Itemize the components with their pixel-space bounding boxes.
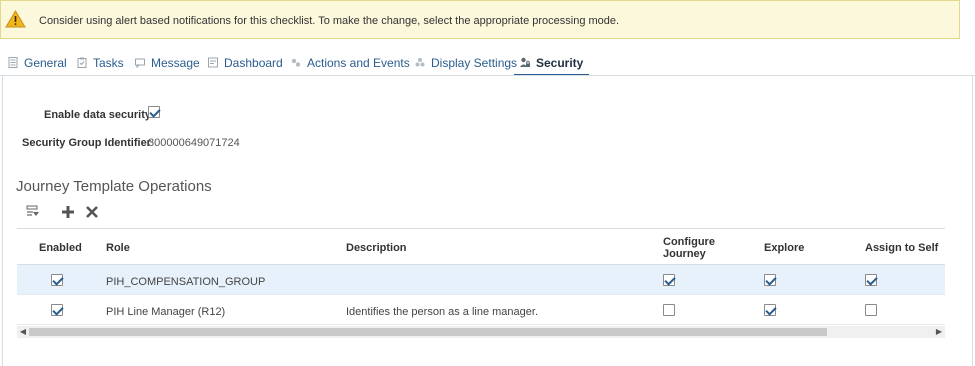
document-icon xyxy=(8,57,18,68)
role-cell: PIH_COMPENSATION_GROUP xyxy=(106,276,266,288)
tab-label: Display Settings xyxy=(431,56,518,70)
dashboard-icon xyxy=(208,57,218,68)
tab-label: Security xyxy=(536,56,584,70)
tab-message[interactable]: Message xyxy=(135,52,200,76)
explore-checkbox[interactable] xyxy=(764,274,776,286)
table-row[interactable]: PIH_COMPENSATION_GROUP xyxy=(17,265,945,295)
tab-security[interactable]: Security xyxy=(514,52,590,76)
assign-to-self-checkbox[interactable] xyxy=(865,304,877,316)
tab-label: Dashboard xyxy=(224,56,283,70)
enabled-checkbox[interactable] xyxy=(51,274,63,286)
operations-table: Enabled Role Description Configure Journ… xyxy=(17,228,945,328)
configure-journey-checkbox[interactable] xyxy=(663,274,675,286)
horizontal-scrollbar[interactable]: ◀ ▶ xyxy=(17,326,945,338)
explore-checkbox[interactable] xyxy=(764,304,776,316)
tab-tasks[interactable]: Tasks xyxy=(77,52,124,76)
column-header-enabled[interactable]: Enabled xyxy=(39,242,82,254)
scroll-right-icon[interactable]: ▶ xyxy=(933,326,945,338)
gears-icon xyxy=(291,58,301,67)
enabled-checkbox[interactable] xyxy=(51,304,63,316)
role-cell: PIH Line Manager (R12) xyxy=(106,306,226,318)
plus-icon[interactable] xyxy=(61,205,75,219)
tab-label: Message xyxy=(151,56,200,70)
scrollbar-thumb[interactable] xyxy=(29,328,827,336)
palette-icon xyxy=(415,58,425,67)
scroll-left-icon[interactable]: ◀ xyxy=(17,326,29,338)
security-group-identifier-label: Security Group Identifier xyxy=(22,137,151,149)
tab-label: Actions and Events xyxy=(307,56,410,70)
tab-actions-and-events[interactable]: Actions and Events xyxy=(291,52,410,76)
x-icon[interactable] xyxy=(85,205,99,219)
description-cell: Identifies the person as a line manager. xyxy=(346,306,539,318)
enable-data-security-checkbox[interactable] xyxy=(148,106,160,118)
enable-data-security-label: Enable data security xyxy=(44,109,151,121)
message-icon xyxy=(135,58,145,68)
filter-icon[interactable] xyxy=(26,205,40,219)
tab-label: Tasks xyxy=(93,56,124,70)
tab-bar: General Tasks Message Dashboard Actions … xyxy=(0,52,975,76)
warning-icon xyxy=(5,10,26,28)
security-group-identifier-value: 300000649071724 xyxy=(148,137,240,149)
table-header: Enabled Role Description Configure Journ… xyxy=(17,228,945,265)
table-row[interactable]: PIH Line Manager (R12) Identifies the pe… xyxy=(17,295,945,325)
tab-dashboard[interactable]: Dashboard xyxy=(208,52,283,76)
user-lock-icon xyxy=(520,57,530,67)
assign-to-self-checkbox[interactable] xyxy=(865,274,877,286)
column-header-explore[interactable]: Explore xyxy=(764,242,804,254)
tab-display-settings[interactable]: Display Settings xyxy=(415,52,517,76)
section-title: Journey Template Operations xyxy=(16,178,212,195)
clipboard-icon xyxy=(77,57,87,68)
column-header-assign-to-self[interactable]: Assign to Self xyxy=(865,242,938,254)
tab-general[interactable]: General xyxy=(8,52,67,76)
column-header-configure-line1: Configure xyxy=(663,236,715,248)
column-header-configure-line2: Journey xyxy=(663,248,706,260)
tab-label: General xyxy=(24,56,67,70)
column-header-configure-journey[interactable]: Configure Journey xyxy=(663,236,715,260)
alert-banner: Consider using alert based notifications… xyxy=(0,0,960,39)
column-header-description[interactable]: Description xyxy=(346,242,407,254)
column-header-role[interactable]: Role xyxy=(106,242,130,254)
configure-journey-checkbox[interactable] xyxy=(663,304,675,316)
alert-message: Consider using alert based notifications… xyxy=(39,15,620,27)
